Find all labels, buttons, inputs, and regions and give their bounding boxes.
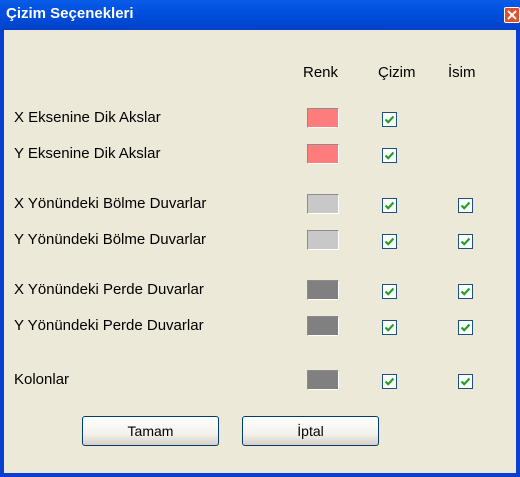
color-swatch[interactable] xyxy=(307,280,339,300)
check-icon xyxy=(384,237,395,246)
check-icon xyxy=(384,201,395,210)
color-swatch[interactable] xyxy=(307,230,339,250)
check-icon xyxy=(460,287,471,296)
dialog-window: Çizim Seçenekleri Renk Çizim İsim X Ekse… xyxy=(0,0,520,477)
column-header-draw: Çizim xyxy=(378,64,416,81)
color-swatch[interactable] xyxy=(307,194,339,214)
check-icon xyxy=(384,323,395,332)
check-icon xyxy=(384,151,395,160)
name-checkbox[interactable] xyxy=(458,198,473,213)
color-swatch[interactable] xyxy=(307,316,339,336)
draw-checkbox[interactable] xyxy=(382,374,397,389)
option-label: Y Eksenine Dik Akslar xyxy=(14,145,161,162)
check-icon xyxy=(460,323,471,332)
option-label: X Eksenine Dik Akslar xyxy=(14,109,161,126)
draw-checkbox[interactable] xyxy=(382,148,397,163)
check-icon xyxy=(384,377,395,386)
close-button[interactable] xyxy=(504,7,520,23)
name-checkbox[interactable] xyxy=(458,284,473,299)
option-label: X Yönündeki Bölme Duvarlar xyxy=(14,195,207,212)
dialog-title: Çizim Seçenekleri xyxy=(6,5,134,22)
check-icon xyxy=(460,237,471,246)
title-bar[interactable]: Çizim Seçenekleri xyxy=(0,0,520,30)
option-label: Kolonlar xyxy=(14,371,70,388)
check-icon xyxy=(460,201,471,210)
column-header-name: İsim xyxy=(448,64,476,81)
name-checkbox[interactable] xyxy=(458,320,473,335)
color-swatch[interactable] xyxy=(307,370,339,390)
name-checkbox[interactable] xyxy=(458,234,473,249)
draw-checkbox[interactable] xyxy=(382,320,397,335)
close-icon xyxy=(507,10,517,20)
draw-checkbox[interactable] xyxy=(382,284,397,299)
draw-checkbox[interactable] xyxy=(382,198,397,213)
check-icon xyxy=(460,377,471,386)
color-swatch[interactable] xyxy=(307,108,339,128)
cancel-button[interactable]: İptal xyxy=(242,416,379,446)
ok-button[interactable]: Tamam xyxy=(82,416,219,446)
check-icon xyxy=(384,287,395,296)
option-label: X Yönündeki Perde Duvarlar xyxy=(14,281,204,298)
name-checkbox[interactable] xyxy=(458,374,473,389)
draw-checkbox[interactable] xyxy=(382,112,397,127)
draw-checkbox[interactable] xyxy=(382,234,397,249)
color-swatch[interactable] xyxy=(307,144,339,164)
option-label: Y Yönündeki Perde Duvarlar xyxy=(14,317,204,334)
column-header-color: Renk xyxy=(303,64,339,81)
check-icon xyxy=(384,115,395,124)
option-label: Y Yönündeki Bölme Duvarlar xyxy=(14,231,207,248)
